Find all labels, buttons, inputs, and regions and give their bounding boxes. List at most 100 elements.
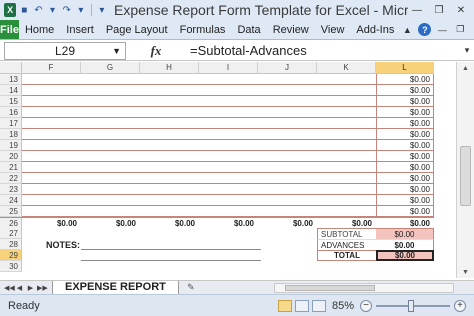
- expense-cell[interactable]: [81, 173, 140, 184]
- row-header[interactable]: 21: [0, 162, 22, 173]
- expense-cell[interactable]: [199, 173, 258, 184]
- expense-cell[interactable]: [81, 107, 140, 118]
- row-header[interactable]: 17: [0, 118, 22, 129]
- row-header[interactable]: 29: [0, 250, 22, 261]
- expense-cell[interactable]: [81, 206, 140, 217]
- chevron-down-icon[interactable]: ▼: [112, 46, 121, 56]
- window-minimize-icon[interactable]: —: [435, 23, 449, 37]
- tab-formulas[interactable]: Formulas: [174, 24, 232, 36]
- normal-view-icon[interactable]: [277, 299, 292, 312]
- tab-view[interactable]: View: [315, 24, 351, 36]
- expense-cell[interactable]: [317, 118, 376, 129]
- zoom-slider[interactable]: [376, 299, 450, 312]
- expense-cell[interactable]: [140, 184, 199, 195]
- customize-toolbar-icon[interactable]: ▾: [96, 3, 108, 17]
- expense-cell[interactable]: [199, 195, 258, 206]
- expense-cell[interactable]: [22, 74, 81, 85]
- expense-cell[interactable]: [317, 173, 376, 184]
- close-icon[interactable]: ✕: [452, 3, 470, 17]
- expense-cell[interactable]: [317, 107, 376, 118]
- subtotal-value[interactable]: $0.00: [376, 228, 434, 239]
- line-total-cell[interactable]: $0.00: [376, 96, 434, 107]
- prev-sheet-icon[interactable]: ◀: [15, 284, 24, 292]
- expense-cell[interactable]: [199, 140, 258, 151]
- expense-cell[interactable]: [140, 85, 199, 96]
- last-sheet-icon[interactable]: ▶▶: [37, 284, 48, 292]
- next-sheet-icon[interactable]: ▶: [26, 284, 35, 292]
- insert-sheet-icon[interactable]: ✎: [183, 282, 199, 294]
- expense-cell[interactable]: [22, 118, 81, 129]
- column-header-g[interactable]: G: [81, 62, 140, 74]
- expense-cell[interactable]: [199, 162, 258, 173]
- expense-cell[interactable]: [317, 85, 376, 96]
- empty-cell[interactable]: [261, 250, 317, 261]
- redo-icon[interactable]: ↷: [61, 3, 73, 17]
- row-header[interactable]: 19: [0, 140, 22, 151]
- row-header[interactable]: 14: [0, 85, 22, 96]
- scroll-up-icon[interactable]: ▲: [457, 62, 474, 74]
- expense-cell[interactable]: [317, 162, 376, 173]
- column-header-f[interactable]: F: [22, 62, 81, 74]
- expense-cell[interactable]: [22, 129, 81, 140]
- expense-cell[interactable]: [22, 162, 81, 173]
- line-total-cell[interactable]: $0.00: [376, 206, 434, 217]
- expense-cell[interactable]: [258, 173, 317, 184]
- line-total-cell[interactable]: $0.00: [376, 184, 434, 195]
- tab-data[interactable]: Data: [231, 24, 266, 36]
- restore-icon[interactable]: ❐: [430, 3, 448, 17]
- dropdown-icon[interactable]: ▾: [75, 3, 87, 17]
- expense-cell[interactable]: [199, 184, 258, 195]
- name-box[interactable]: L29 ▼: [4, 41, 126, 60]
- expense-cell[interactable]: [140, 96, 199, 107]
- scroll-down-icon[interactable]: ▼: [457, 266, 474, 278]
- expense-cell[interactable]: [258, 129, 317, 140]
- expense-cell[interactable]: [22, 107, 81, 118]
- line-total-cell[interactable]: $0.00: [376, 85, 434, 96]
- expense-cell[interactable]: [317, 96, 376, 107]
- expense-cell[interactable]: [140, 107, 199, 118]
- row-header[interactable]: 13: [0, 74, 22, 85]
- expense-cell[interactable]: [317, 195, 376, 206]
- line-total-cell[interactable]: $0.00: [376, 162, 434, 173]
- expense-cell[interactable]: [199, 74, 258, 85]
- zoom-out-button[interactable]: −: [360, 299, 372, 312]
- vertical-scrollbar[interactable]: ▲ ▼: [456, 62, 474, 278]
- first-sheet-icon[interactable]: ◀◀: [4, 284, 15, 292]
- expense-cell[interactable]: [199, 206, 258, 217]
- expense-cell[interactable]: [81, 74, 140, 85]
- expense-cell[interactable]: [199, 129, 258, 140]
- column-header-j[interactable]: J: [258, 62, 317, 74]
- row-header[interactable]: 27: [0, 228, 22, 239]
- expense-cell[interactable]: [22, 140, 81, 151]
- row-header[interactable]: 22: [0, 173, 22, 184]
- expense-cell[interactable]: [81, 118, 140, 129]
- total-value-selected-cell[interactable]: $0.00: [376, 250, 434, 261]
- line-total-cell[interactable]: $0.00: [376, 74, 434, 85]
- dropdown-icon[interactable]: ▾: [46, 3, 58, 17]
- expense-cell[interactable]: [317, 140, 376, 151]
- expense-cell[interactable]: [140, 129, 199, 140]
- minimize-icon[interactable]: —: [408, 3, 426, 17]
- expense-cell[interactable]: [258, 96, 317, 107]
- row-header[interactable]: 15: [0, 96, 22, 107]
- column-header-i[interactable]: I: [199, 62, 258, 74]
- notes-line[interactable]: [81, 239, 261, 250]
- scrollbar-thumb[interactable]: [460, 146, 471, 206]
- page-layout-view-icon[interactable]: [294, 299, 309, 312]
- line-total-cell[interactable]: $0.00: [376, 195, 434, 206]
- notes-line[interactable]: [81, 250, 261, 261]
- expense-cell[interactable]: [81, 129, 140, 140]
- line-total-cell[interactable]: $0.00: [376, 129, 434, 140]
- expense-cell[interactable]: [317, 151, 376, 162]
- sheet-tab-expense-report[interactable]: EXPENSE REPORT: [52, 280, 179, 295]
- minimize-ribbon-icon[interactable]: ▲: [400, 23, 414, 37]
- expense-cell[interactable]: [81, 140, 140, 151]
- column-header-k[interactable]: K: [317, 62, 376, 74]
- save-icon[interactable]: ■: [18, 3, 30, 17]
- expense-cell[interactable]: [317, 74, 376, 85]
- row-header[interactable]: 23: [0, 184, 22, 195]
- tab-home[interactable]: Home: [19, 24, 60, 36]
- expense-cell[interactable]: [199, 151, 258, 162]
- line-total-cell[interactable]: $0.00: [376, 173, 434, 184]
- expense-cell[interactable]: [140, 140, 199, 151]
